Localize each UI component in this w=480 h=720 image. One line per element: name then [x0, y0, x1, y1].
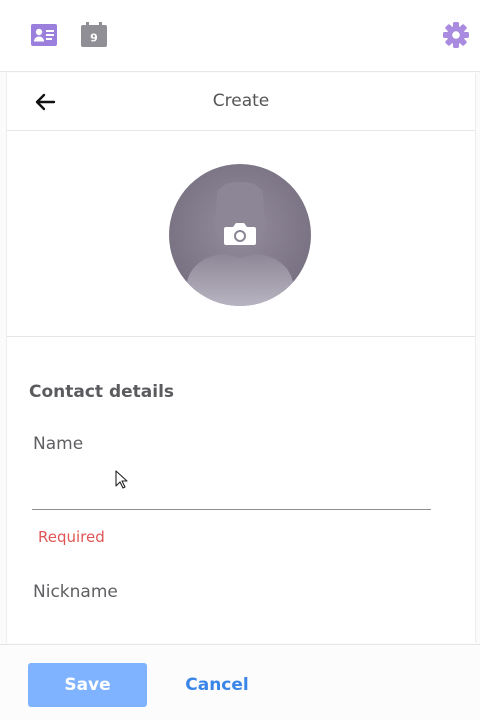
mouse-cursor-icon	[115, 470, 128, 489]
section-heading: Contact details	[29, 382, 175, 402]
name-label: Name	[33, 434, 84, 454]
nickname-label: Nickname	[33, 582, 118, 602]
calendar-icon[interactable]: 9	[80, 22, 108, 48]
name-input[interactable]	[32, 466, 431, 510]
save-button[interactable]: Save	[28, 663, 147, 707]
top-bar: 9	[0, 0, 480, 72]
calendar-day: 9	[90, 32, 98, 45]
name-required-error: Required	[38, 528, 105, 546]
contact-details-section: Contact details Name Required Nickname	[7, 338, 475, 643]
photo-section	[7, 132, 475, 337]
create-contact-card: Create Contact details Name Required Nic…	[6, 73, 476, 643]
gear-icon[interactable]	[442, 21, 470, 49]
contact-card-icon[interactable]	[30, 22, 58, 48]
cancel-button[interactable]: Cancel	[172, 663, 262, 707]
page-header: Create	[7, 73, 475, 131]
avatar[interactable]	[169, 164, 311, 306]
contact-create-app: 9 Create Contact details Name Required N…	[0, 0, 480, 720]
page-title: Create	[212, 91, 270, 111]
footer-actions: Save Cancel	[0, 644, 480, 720]
camera-icon	[224, 223, 256, 245]
